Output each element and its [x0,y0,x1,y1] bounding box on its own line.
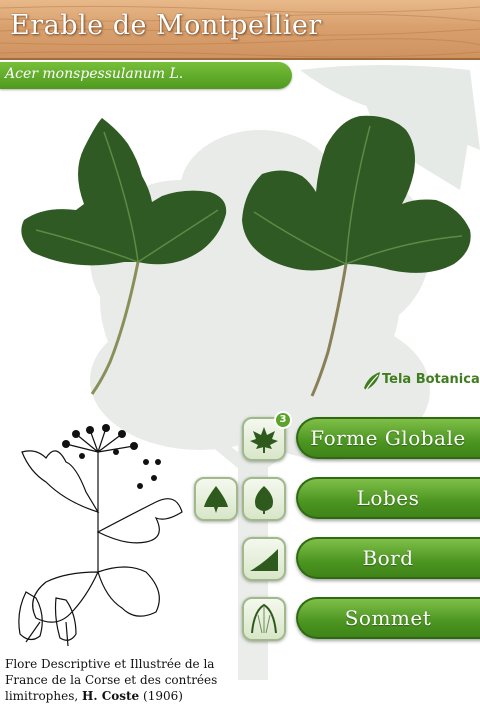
caption-line-3: limitrophes, H. Coste (1906) [5,688,241,704]
leaf-shape-icon [250,427,278,453]
caption-line-1: Flore Descriptive et Illustrée de la [5,657,215,671]
caption-prefix: limitrophes, [5,689,79,703]
criterion-button-lobes[interactable]: Lobes [296,477,480,519]
leaf-shape-button[interactable]: 3 [242,411,292,461]
drawing-caption: Flore Descriptive et Illustrée de la Fra… [5,656,241,704]
criterion-label: Sommet [344,606,432,630]
tela-botanica-logo: Tela Botanica [362,370,480,394]
criterion-button-bord[interactable]: Bord [296,537,480,579]
latin-name: Acer monspessulanum L. [5,66,184,82]
lobe-pointed-icon [204,486,228,513]
criterion-label: Bord [362,546,414,570]
latin-name-bar: Acer monspessulanum L. [0,62,292,89]
lobe-shape-button-pointed[interactable] [194,477,238,521]
criterion-button-sommet[interactable]: Sommet [296,597,480,639]
caption-author: H. Coste [82,689,140,703]
logo-text: Tela Botanica [382,372,480,387]
leaf-tip-button[interactable] [242,597,286,641]
leaf-edge-icon [250,549,278,571]
count-badge: 3 [274,411,292,429]
leaf-edge-button[interactable] [242,537,286,581]
lobe-rounded-icon [255,486,273,514]
header-bar: Erable de Montpellier [0,0,480,60]
criterion-button-forme-globale[interactable]: Forme Globale [296,417,480,459]
leaf-logo-icon [364,372,380,391]
criterion-label: Lobes [356,486,420,510]
page-title: Erable de Montpellier [10,10,322,41]
botanical-drawing [18,424,183,647]
criterion-label: Forme Globale [310,426,466,450]
caption-year: (1906) [143,689,183,703]
leaf-photo-right [242,115,471,397]
lobe-shape-button-rounded[interactable] [242,477,286,521]
caption-line-2: France de la Corse et des contrées [5,673,218,687]
leaf-tip-icon [251,603,277,634]
leaf-photo-left [21,118,227,395]
